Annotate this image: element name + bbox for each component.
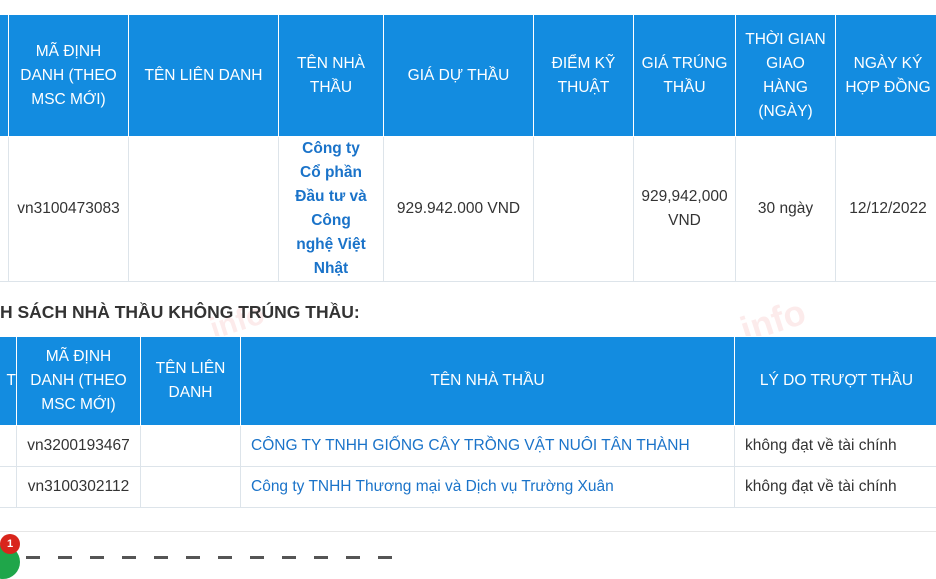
col-tech-score: ĐIỂM KỸ THUẬT	[534, 15, 634, 137]
table-row: vn3200193467 CÔNG TY TNHH GIỐNG CÂY TRỒN…	[0, 426, 936, 467]
cell-reason: không đạt về tài chính	[735, 467, 936, 508]
col-win-price: GIÁ TRÚNG THẦU	[634, 15, 736, 137]
cell-reason: không đạt về tài chính	[735, 426, 936, 467]
cell-bid-price: 929.942.000 VND	[384, 137, 534, 282]
col-reason: LÝ DO TRƯỢT THẦU	[735, 337, 936, 426]
col-code: MÃ ĐỊNH DANH (THEO MSC MỚI)	[9, 15, 129, 137]
col-contractor: TÊN NHÀ THẦU	[279, 15, 384, 137]
cell-joint-name	[141, 426, 241, 467]
col-contractor: TÊN NHÀ THẦU	[241, 337, 735, 426]
cell-delivery: 30 ngày	[736, 137, 836, 282]
cell-joint-name	[141, 467, 241, 508]
cell-tech-score	[534, 137, 634, 282]
table-header-row: T MÃ ĐỊNH DANH (THEO MSC MỚI) TÊN LIÊN D…	[0, 337, 936, 426]
divider	[0, 531, 936, 532]
col-delivery: THỜI GIAN GIAO HÀNG (NGÀY)	[736, 15, 836, 137]
cell-stt	[0, 467, 17, 508]
col-joint-name: TÊN LIÊN DANH	[141, 337, 241, 426]
col-stt	[0, 15, 9, 137]
cell-joint-name	[129, 137, 279, 282]
col-bid-price: GIÁ DỰ THẦU	[384, 15, 534, 137]
cell-stt	[0, 426, 17, 467]
notification-badge[interactable]: 1	[0, 534, 20, 554]
next-section-heading-cropped	[26, 556, 446, 562]
contractor-link[interactable]: CÔNG TY TNHH GIỐNG CÂY TRỒNG VẬT NUÔI TÂ…	[241, 426, 735, 467]
table-row: vn3100473083 Công ty Cổ phần Đầu tư và C…	[0, 137, 936, 282]
contractor-link[interactable]: Công ty TNHH Thương mại và Dịch vụ Trườn…	[241, 467, 735, 508]
winning-bidder-table: MÃ ĐỊNH DANH (THEO MSC MỚI) TÊN LIÊN DAN…	[0, 14, 936, 282]
col-sign-date: NGÀY KÝ HỢP ĐỒNG	[836, 15, 936, 137]
cell-code: vn3100473083	[9, 137, 129, 282]
section-title: H SÁCH NHÀ THẦU KHÔNG TRÚNG THẦU:	[0, 300, 360, 324]
col-stt: T	[0, 337, 17, 426]
cell-win-price: 929,942,000 VND	[634, 137, 736, 282]
cell-stt	[0, 137, 9, 282]
col-joint-name: TÊN LIÊN DANH	[129, 15, 279, 137]
losing-bidders-table: T MÃ ĐỊNH DANH (THEO MSC MỚI) TÊN LIÊN D…	[0, 336, 936, 508]
cell-code: vn3100302112	[17, 467, 141, 508]
table-row: vn3100302112 Công ty TNHH Thương mại và …	[0, 467, 936, 508]
cell-sign-date: 12/12/2022	[836, 137, 936, 282]
col-code: MÃ ĐỊNH DANH (THEO MSC MỚI)	[17, 337, 141, 426]
table-header-row: MÃ ĐỊNH DANH (THEO MSC MỚI) TÊN LIÊN DAN…	[0, 15, 936, 137]
contractor-link[interactable]: Công ty Cổ phần Đầu tư và Công nghệ Việt…	[279, 137, 384, 282]
cell-code: vn3200193467	[17, 426, 141, 467]
